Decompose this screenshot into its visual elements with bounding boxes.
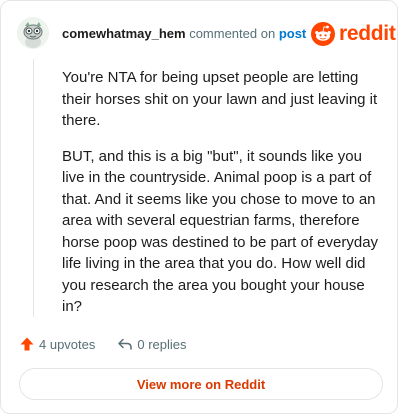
upvote-button[interactable]: 4 upvotes: [19, 336, 95, 352]
snoo-avatar-icon: [17, 17, 49, 49]
reddit-alien-icon: [311, 22, 335, 46]
view-more-button[interactable]: View more on Reddit: [19, 368, 383, 400]
comment-paragraph: BUT, and this is a big "but", it sounds …: [62, 147, 379, 316]
reply-arrow-icon: [118, 338, 133, 350]
comment-body: You're NTA for being upset people are le…: [62, 67, 380, 332]
reply-count: 0 replies: [137, 336, 187, 352]
comment-footer: 4 upvotes 0 replies: [19, 334, 187, 354]
comment-paragraph: You're NTA for being upset people are le…: [62, 69, 378, 129]
user-avatar[interactable]: [17, 17, 49, 49]
post-link[interactable]: post: [279, 26, 306, 41]
upvote-arrow-icon: [20, 337, 34, 351]
reddit-wordmark: reddit: [339, 22, 396, 45]
thread-line: [33, 59, 34, 317]
reddit-logo[interactable]: reddit: [311, 21, 396, 47]
comment-header: comewhatmay_hem commented on post: [62, 26, 306, 42]
action-text: commented on: [189, 26, 276, 41]
comment-embed-card: comewhatmay_hem commented on post reddit…: [0, 0, 398, 414]
upvote-count: 4 upvotes: [39, 336, 96, 352]
reply-button[interactable]: 0 replies: [117, 336, 187, 352]
username-link[interactable]: comewhatmay_hem: [62, 26, 186, 41]
